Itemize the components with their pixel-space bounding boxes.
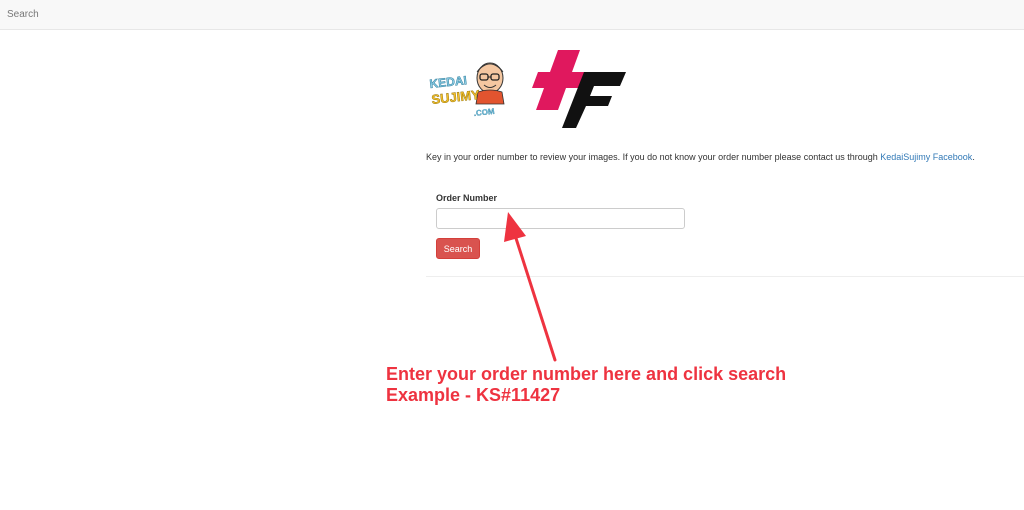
annotation-line-1: Enter your order number here and click s… (386, 364, 787, 384)
annotation-arrow-icon (504, 212, 557, 362)
svg-text:.COM: .COM (473, 107, 495, 118)
intro-message: Key in your order number to review your … (426, 152, 881, 162)
brand-f-logo (532, 50, 626, 128)
search-button[interactable]: Search (436, 238, 480, 259)
facebook-link[interactable]: KedaiSujimy Facebook (880, 152, 972, 162)
top-navbar: Search (0, 0, 1024, 30)
intro-suffix: . (972, 152, 975, 162)
annotation-line-2: Example - KS#11427 (386, 385, 561, 405)
order-number-label: Order Number (436, 193, 498, 203)
navbar-brand-link[interactable]: Search (7, 9, 39, 20)
kedaisujimy-logo: KEDAI SUJIMY .COM (429, 62, 505, 118)
intro-text: Key in your order number to review your … (426, 152, 975, 162)
annotation-text: Enter your order number here and click s… (386, 364, 786, 406)
